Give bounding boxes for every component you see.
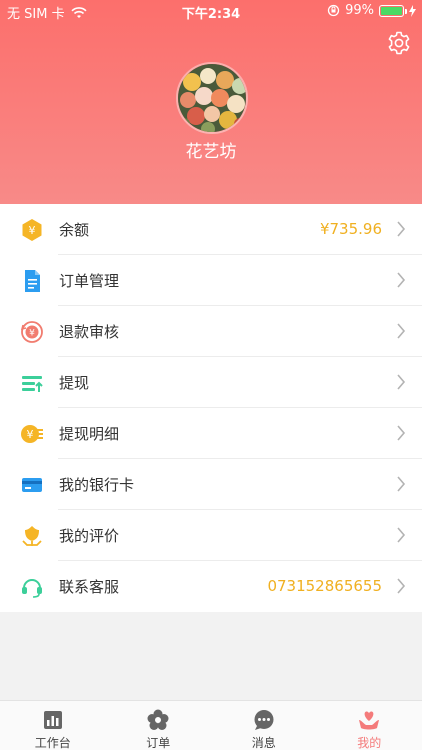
menu-item-order-management[interactable]: 订单管理 bbox=[0, 255, 422, 306]
review-icon bbox=[22, 526, 42, 546]
chevron-right-icon bbox=[397, 374, 406, 390]
chevron-right-icon bbox=[397, 527, 406, 543]
tab-messages[interactable]: 消息 bbox=[211, 701, 317, 750]
status-right: 99% bbox=[327, 3, 416, 18]
menu-item-my-reviews[interactable]: 我的评价 bbox=[0, 510, 422, 561]
chevron-right-icon bbox=[397, 272, 406, 288]
profile-header: 无 SIM 卡 下午2:34 99% 花艺坊 bbox=[0, 0, 422, 204]
menu-item-balance[interactable]: ¥ 余额 ¥735.96 bbox=[0, 204, 422, 255]
withdraw-detail-icon: ¥ bbox=[21, 425, 43, 443]
settings-gear-icon[interactable] bbox=[386, 30, 412, 56]
flower-bouquet-image bbox=[178, 64, 246, 132]
chat-bubble-icon bbox=[254, 710, 274, 730]
menu-label: 退款审核 bbox=[59, 323, 120, 341]
svg-text:¥: ¥ bbox=[29, 224, 36, 237]
headset-icon bbox=[22, 579, 42, 598]
chevron-right-icon bbox=[397, 578, 406, 594]
shop-avatar[interactable] bbox=[176, 62, 248, 134]
menu-item-bank-card[interactable]: 我的银行卡 bbox=[0, 459, 422, 510]
chevron-right-icon bbox=[397, 425, 406, 441]
tab-mine[interactable]: 我的 bbox=[317, 701, 422, 750]
chevron-right-icon bbox=[397, 323, 406, 339]
menu-item-withdraw-detail[interactable]: ¥ 提现明细 bbox=[0, 408, 422, 459]
flower-icon bbox=[147, 709, 169, 730]
tab-orders[interactable]: 订单 bbox=[106, 701, 212, 750]
shop-name: 花艺坊 bbox=[185, 142, 237, 162]
menu-label: 余额 bbox=[59, 221, 90, 239]
tab-label: 订单 bbox=[146, 736, 171, 750]
menu-list: ¥ 余额 ¥735.96 订单管理 ¥ 退款审核 提现 ¥ 提现明细 我的银行卡… bbox=[0, 204, 422, 612]
menu-item-customer-service[interactable]: 联系客服 07315286565​5 bbox=[0, 561, 422, 612]
status-bar: 无 SIM 卡 下午2:34 99% bbox=[0, 0, 422, 22]
bank-card-icon bbox=[22, 478, 42, 492]
service-phone[interactable]: 07315286565​5 bbox=[267, 577, 382, 595]
tab-label: 我的 bbox=[357, 736, 382, 750]
menu-label: 提现明细 bbox=[59, 425, 120, 443]
withdraw-icon bbox=[22, 376, 43, 392]
menu-item-refund-review[interactable]: ¥ 退款审核 bbox=[0, 306, 422, 357]
tab-bar: 工作台 订单 消息 我的 bbox=[0, 700, 422, 750]
rotation-lock-icon bbox=[327, 4, 340, 17]
battery-icon bbox=[379, 4, 407, 17]
menu-item-withdraw[interactable]: 提现 bbox=[0, 357, 422, 408]
chevron-right-icon bbox=[397, 476, 406, 492]
balance-coin-icon: ¥ bbox=[22, 219, 42, 241]
svg-text:¥: ¥ bbox=[29, 329, 35, 339]
battery-fill bbox=[381, 6, 402, 15]
menu-label: 订单管理 bbox=[59, 272, 120, 290]
profile-screen: 无 SIM 卡 下午2:34 99% 花艺坊 ¥ 余额 ¥735.96 订单管理… bbox=[0, 0, 422, 750]
hand-heart-icon bbox=[359, 711, 380, 730]
tab-label: 消息 bbox=[251, 736, 276, 750]
svg-text:¥: ¥ bbox=[27, 428, 34, 441]
menu-label: 联系客服 bbox=[59, 578, 120, 596]
tab-label: 工作台 bbox=[34, 736, 71, 750]
menu-label: 我的评价 bbox=[59, 527, 120, 545]
battery-percent: 99% bbox=[345, 3, 374, 18]
balance-amount: ¥735.96 bbox=[319, 220, 382, 238]
chevron-right-icon bbox=[397, 221, 406, 237]
charging-icon bbox=[409, 4, 416, 17]
menu-label: 提现 bbox=[59, 374, 90, 392]
refund-icon: ¥ bbox=[20, 321, 43, 343]
tab-workbench[interactable]: 工作台 bbox=[0, 701, 106, 750]
menu-label: 我的银行卡 bbox=[59, 476, 135, 494]
document-icon bbox=[25, 270, 40, 292]
bar-chart-icon bbox=[43, 711, 62, 729]
